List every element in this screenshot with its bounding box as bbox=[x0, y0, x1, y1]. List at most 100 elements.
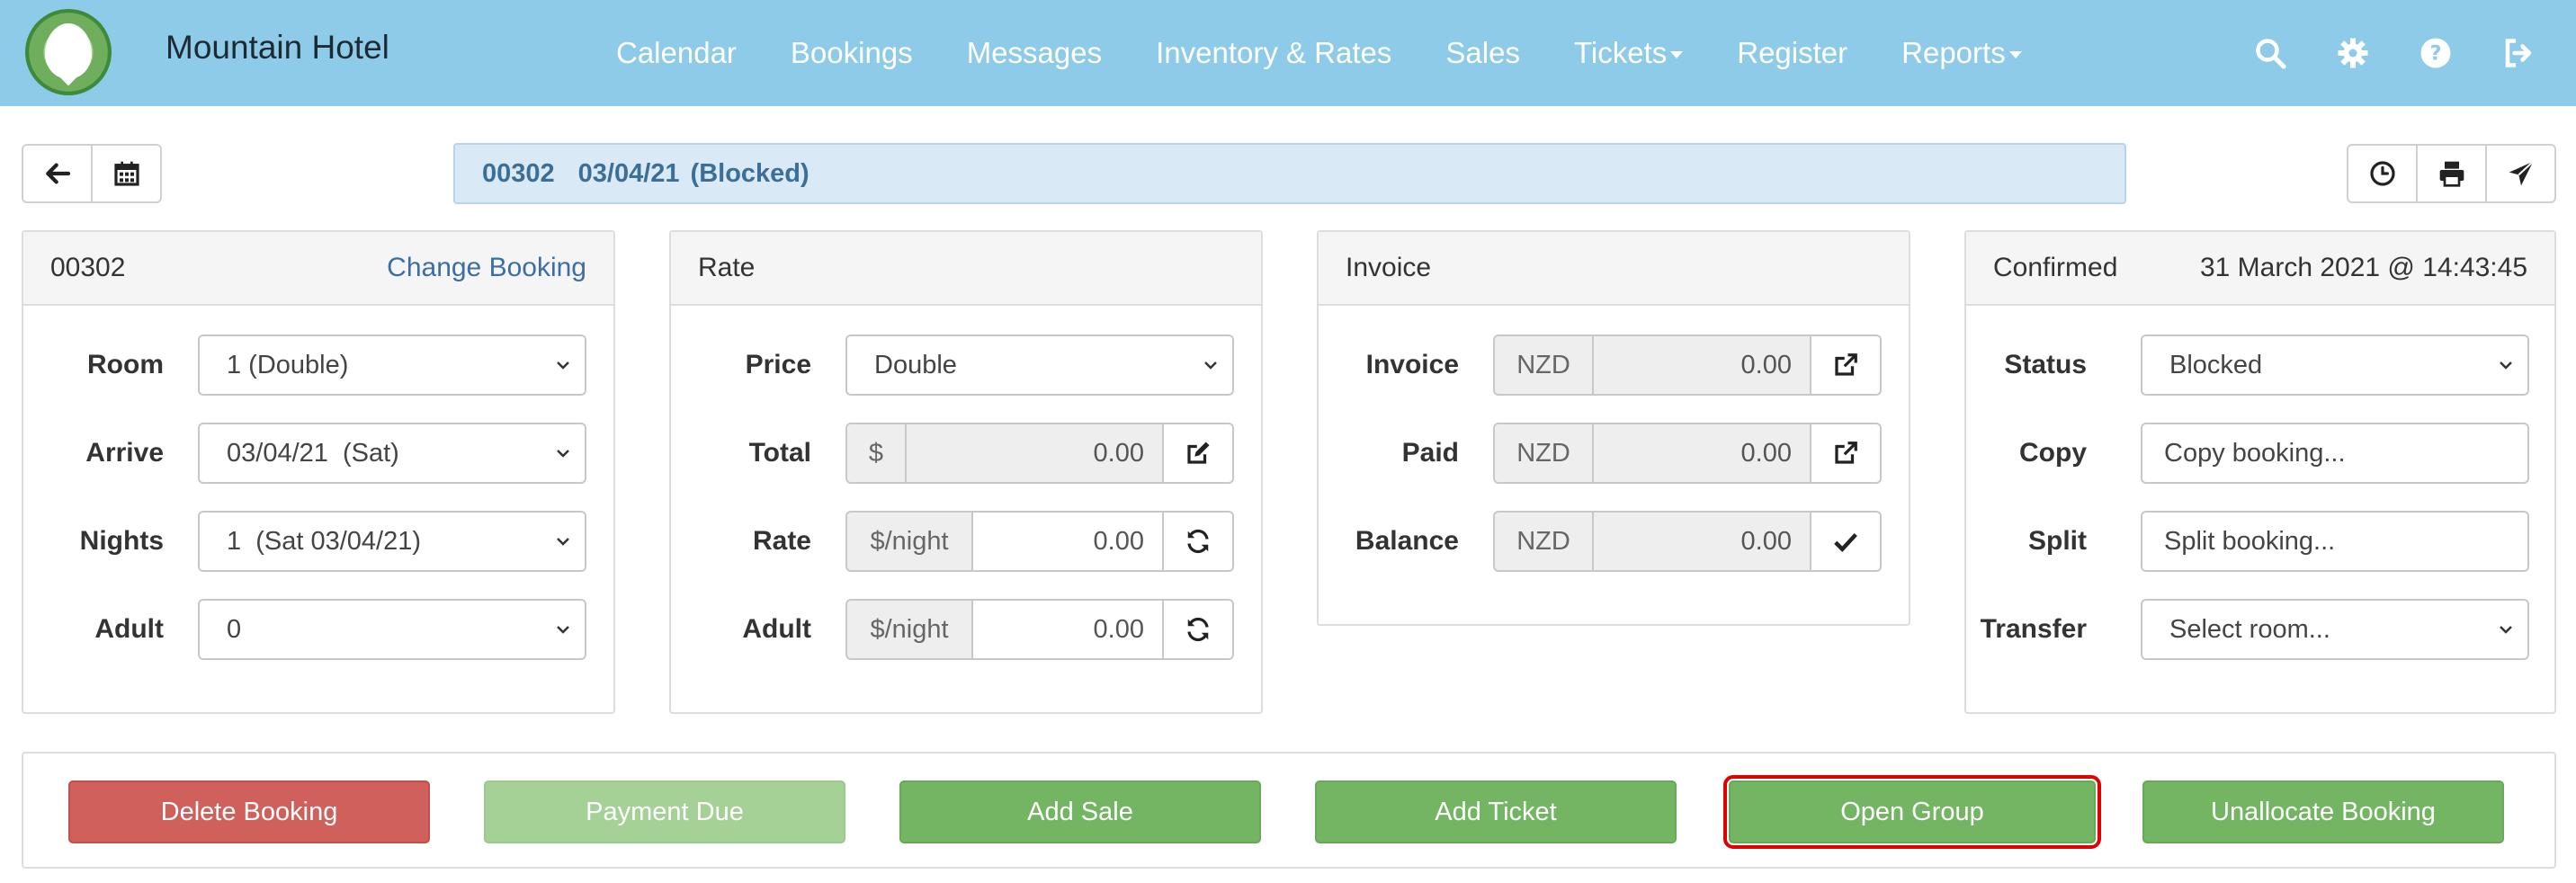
logout-icon[interactable] bbox=[2477, 12, 2560, 94]
add-ticket-button[interactable]: Add Ticket bbox=[1315, 780, 1677, 843]
chevron-down-icon bbox=[557, 361, 569, 370]
rate-panel: Rate Price Double Total $ 0.00 Rate $/ni… bbox=[669, 230, 1263, 714]
rate-field[interactable]: 0.00 bbox=[973, 511, 1164, 572]
copy-label: Copy bbox=[2019, 438, 2087, 468]
rate-panel-header: Rate bbox=[671, 232, 1261, 306]
calendar-button[interactable] bbox=[91, 144, 162, 203]
transfer-label: Transfer bbox=[1980, 614, 2087, 644]
left-toolbar bbox=[22, 144, 162, 203]
arrive-row: Arrive 03/04/21 (Sat) bbox=[23, 423, 613, 484]
chevron-down-icon bbox=[557, 450, 569, 458]
invoice-open-button[interactable] bbox=[1811, 334, 1882, 396]
rate-adult-refresh-button[interactable] bbox=[1164, 599, 1234, 660]
room-label: Room bbox=[87, 350, 164, 379]
adult-row: Adult 0 bbox=[23, 599, 613, 660]
price-row: Price Double bbox=[671, 334, 1261, 396]
panel-booking-number: 00302 bbox=[50, 253, 126, 282]
price-select[interactable]: Double bbox=[845, 334, 1234, 396]
arrive-label: Arrive bbox=[85, 438, 164, 468]
gear-icon[interactable] bbox=[2312, 12, 2394, 94]
booking-summary-bar: 00302 03/04/21 (Blocked) bbox=[453, 143, 2126, 204]
edit-icon bbox=[1187, 442, 1210, 464]
room-row: Room 1 (Double) bbox=[23, 334, 613, 396]
split-booking-field[interactable]: Split booking... bbox=[2141, 511, 2529, 572]
adult-label: Adult bbox=[94, 614, 164, 644]
status-label: Status bbox=[2004, 350, 2087, 379]
calendar-icon bbox=[113, 161, 139, 186]
search-icon[interactable] bbox=[2229, 12, 2312, 94]
status-panel-header: Confirmed 31 March 2021 @ 14:43:45 bbox=[1966, 232, 2554, 306]
chevron-down-icon bbox=[2500, 361, 2512, 370]
nights-select-value: 1 (Sat 03/04/21) bbox=[227, 526, 422, 556]
paid-row: Paid NZD 0.00 bbox=[1319, 423, 1909, 484]
balance-confirm-button[interactable] bbox=[1811, 511, 1882, 572]
status-row: Status Blocked bbox=[1966, 334, 2554, 396]
paid-open-button[interactable] bbox=[1811, 423, 1882, 484]
balance-input-group: NZD 0.00 bbox=[1493, 511, 1882, 572]
open-group-button[interactable]: Open Group bbox=[1723, 775, 2101, 849]
rate-adult-unit-addon: $/night bbox=[845, 599, 973, 660]
paid-currency-addon: NZD bbox=[1493, 423, 1594, 484]
nav-bookings[interactable]: Bookings bbox=[791, 36, 913, 70]
room-select[interactable]: 1 (Double) bbox=[198, 334, 586, 396]
history-button[interactable] bbox=[2347, 144, 2418, 203]
copy-booking-field[interactable]: Copy booking... bbox=[2141, 423, 2529, 484]
invoice-panel-header: Invoice bbox=[1319, 232, 1909, 306]
send-button[interactable] bbox=[2485, 144, 2556, 203]
nav-reports-dropdown[interactable]: Reports bbox=[1901, 36, 2022, 70]
copy-row: Copy Copy booking... bbox=[1966, 423, 2554, 484]
balance-label: Balance bbox=[1355, 526, 1459, 556]
svg-text:?: ? bbox=[2429, 42, 2441, 66]
rate-unit-addon: $/night bbox=[845, 511, 973, 572]
total-edit-button[interactable] bbox=[1164, 423, 1234, 484]
arrive-select[interactable]: 03/04/21 (Sat) bbox=[198, 423, 586, 484]
add-sale-button[interactable]: Add Sale bbox=[899, 780, 1261, 843]
rate-refresh-button[interactable] bbox=[1164, 511, 1234, 572]
caret-down-icon bbox=[2008, 51, 2022, 59]
payment-due-button[interactable]: Payment Due bbox=[484, 780, 845, 843]
nav-sales[interactable]: Sales bbox=[1445, 36, 1520, 70]
print-button[interactable] bbox=[2416, 144, 2487, 203]
invoice-label: Invoice bbox=[1365, 350, 1459, 379]
delete-booking-button[interactable]: Delete Booking bbox=[68, 780, 430, 843]
nav-calendar[interactable]: Calendar bbox=[616, 36, 737, 70]
chevron-down-icon bbox=[1204, 361, 1217, 370]
total-field: 0.00 bbox=[907, 423, 1164, 484]
adult-select[interactable]: 0 bbox=[198, 599, 586, 660]
room-select-value: 1 (Double) bbox=[227, 350, 349, 379]
top-navbar: Mountain Hotel Calendar Bookings Message… bbox=[0, 0, 2576, 106]
price-select-value: Double bbox=[874, 350, 957, 379]
checkmark-icon bbox=[1834, 532, 1857, 552]
nav-register[interactable]: Register bbox=[1737, 36, 1847, 70]
total-currency-addon: $ bbox=[845, 423, 907, 484]
paid-label: Paid bbox=[1401, 438, 1459, 468]
brand-name[interactable]: Mountain Hotel bbox=[165, 29, 389, 67]
change-booking-link[interactable]: Change Booking bbox=[387, 253, 586, 283]
total-row: Total $ 0.00 bbox=[671, 423, 1261, 484]
total-label: Total bbox=[748, 438, 811, 468]
status-select[interactable]: Blocked bbox=[2141, 334, 2529, 396]
nights-select[interactable]: 1 (Sat 03/04/21) bbox=[198, 511, 586, 572]
confirmation-timestamp: 31 March 2021 @ 14:43:45 bbox=[2199, 253, 2527, 282]
nav-messages[interactable]: Messages bbox=[967, 36, 1102, 70]
unallocate-booking-button[interactable]: Unallocate Booking bbox=[2142, 780, 2504, 843]
nav-tickets-dropdown[interactable]: Tickets bbox=[1574, 36, 1684, 70]
transfer-select-value: Select room... bbox=[2169, 614, 2330, 644]
balance-currency-addon: NZD bbox=[1493, 511, 1594, 572]
balance-row: Balance NZD 0.00 bbox=[1319, 511, 1909, 572]
external-link-icon bbox=[1835, 442, 1857, 464]
booking-state: (Blocked) bbox=[690, 158, 809, 188]
price-label: Price bbox=[745, 350, 811, 379]
rate-adult-field[interactable]: 0.00 bbox=[973, 599, 1164, 660]
nav-inventory-rates[interactable]: Inventory & Rates bbox=[1156, 36, 1391, 70]
split-label: Split bbox=[2028, 526, 2087, 556]
printer-icon bbox=[2439, 161, 2464, 187]
status-panel: Confirmed 31 March 2021 @ 14:43:45 Statu… bbox=[1964, 230, 2556, 714]
external-link-icon bbox=[1835, 353, 1857, 376]
nights-label: Nights bbox=[79, 526, 164, 556]
help-icon[interactable]: ? bbox=[2394, 12, 2477, 94]
caret-down-icon bbox=[1670, 51, 1684, 59]
transfer-room-select[interactable]: Select room... bbox=[2141, 599, 2529, 660]
hotel-logo[interactable] bbox=[25, 9, 112, 95]
back-button[interactable] bbox=[22, 144, 93, 203]
